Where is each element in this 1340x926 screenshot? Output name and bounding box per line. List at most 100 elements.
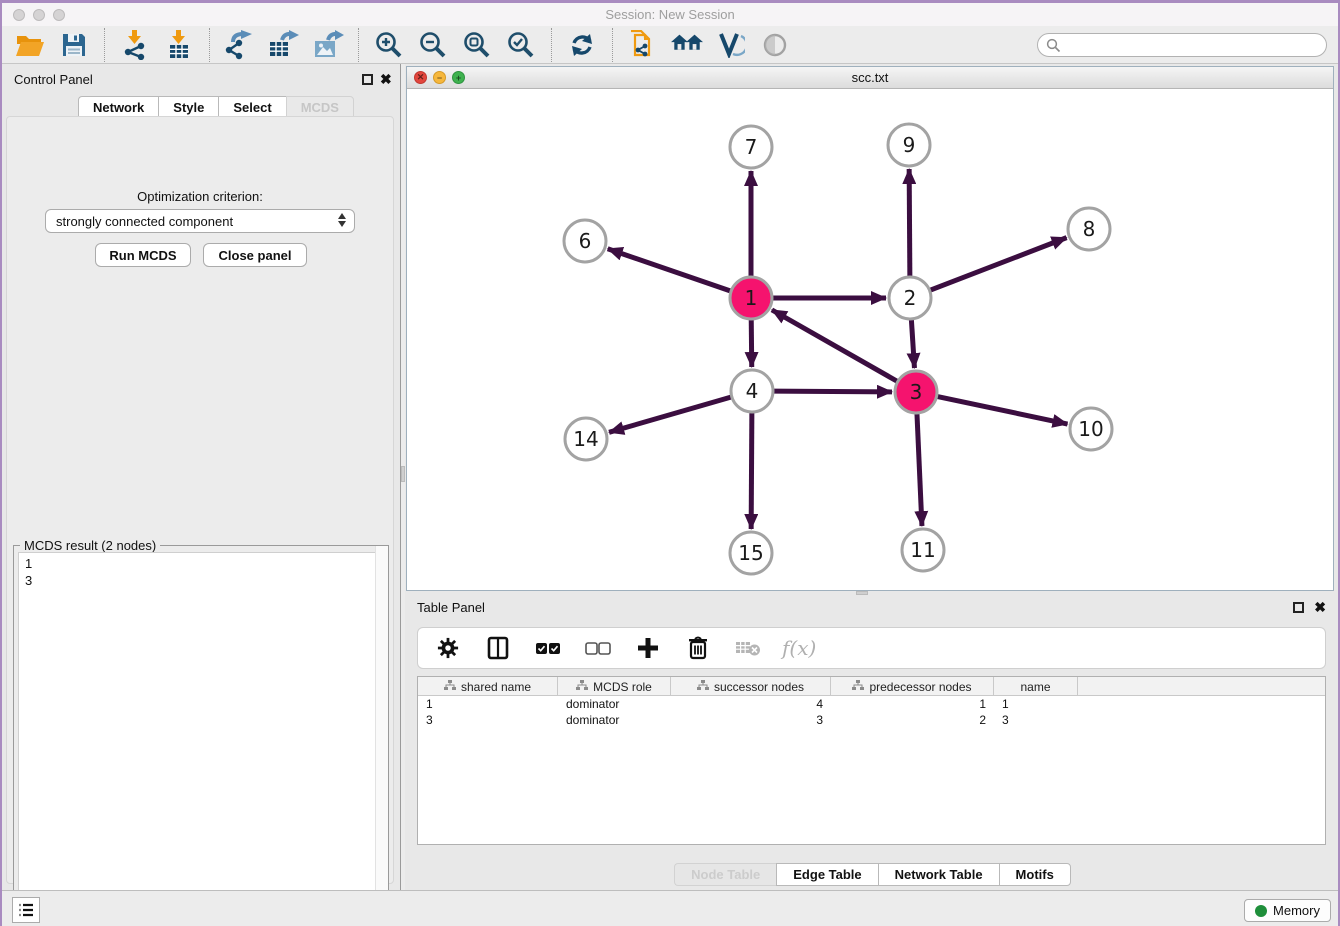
column-header-shared-name[interactable]: shared name — [418, 677, 558, 696]
graph-node-label-3: 3 — [910, 380, 923, 404]
float-table-panel-icon[interactable] — [1293, 602, 1304, 613]
main-toolbar — [0, 26, 1340, 64]
window-border — [0, 0, 2, 926]
import-table-icon[interactable] — [163, 29, 195, 61]
run-mcds-button[interactable]: Run MCDS — [95, 243, 191, 267]
edge-3-11[interactable] — [917, 414, 922, 526]
network-overview-icon[interactable] — [627, 29, 659, 61]
import-network-icon[interactable] — [119, 29, 151, 61]
splitter-handle[interactable] — [401, 466, 405, 482]
optimization-criterion-label: Optimization criterion: — [7, 189, 393, 204]
zoom-out-icon[interactable] — [417, 29, 449, 61]
show-columns-icon[interactable] — [482, 632, 514, 664]
save-session-icon[interactable] — [58, 29, 90, 61]
tree-hierarchy-icon — [444, 680, 456, 694]
table-cell[interactable]: 1 — [831, 696, 994, 712]
graph-node-label-14: 14 — [573, 427, 598, 451]
table-cell[interactable]: dominator — [558, 712, 671, 728]
zoom-selected-icon[interactable] — [505, 29, 537, 61]
tree-hierarchy-icon — [576, 680, 588, 694]
column-header-predecessor-nodes[interactable]: predecessor nodes — [831, 677, 994, 696]
edge-4-14[interactable] — [609, 397, 731, 432]
zoom-in-icon[interactable] — [373, 29, 405, 61]
tab-network-table[interactable]: Network Table — [878, 863, 999, 886]
table-row-0[interactable]: 1dominator411 — [418, 696, 1325, 712]
edge-1-6[interactable] — [608, 249, 730, 291]
zoom-fit-icon[interactable] — [461, 29, 493, 61]
edge-4-15[interactable] — [751, 413, 752, 529]
column-header-successor-nodes[interactable]: successor nodes — [671, 677, 831, 696]
select-stepper-icon — [338, 213, 346, 227]
add-column-icon[interactable] — [632, 632, 664, 664]
graph-node-label-7: 7 — [745, 135, 758, 159]
table-settings-gear-icon[interactable] — [432, 632, 464, 664]
mcds-result-fieldset: MCDS result (2 nodes) 1 3 — [13, 545, 389, 925]
delete-column-icon[interactable] — [682, 632, 714, 664]
node-table[interactable]: shared name MCDS role successor nodes prede… — [417, 676, 1326, 845]
edge-1-4[interactable] — [751, 320, 752, 367]
graph-node-label-11: 11 — [910, 538, 935, 562]
table-row-1[interactable]: 3dominator323 — [418, 712, 1325, 728]
column-header-label: MCDS role — [593, 680, 652, 694]
table-cell[interactable]: 3 — [671, 712, 831, 728]
export-table-icon[interactable] — [268, 29, 300, 61]
memory-button[interactable]: Memory — [1244, 899, 1331, 922]
table-cell[interactable]: 1 — [994, 696, 1078, 712]
mcds-panel: Optimization criterion: strongly connect… — [6, 116, 394, 884]
table-cell[interactable]: dominator — [558, 696, 671, 712]
table-cell[interactable]: 3 — [418, 712, 558, 728]
edge-2-3[interactable] — [911, 320, 914, 368]
close-table-panel-icon[interactable]: ✖ — [1314, 599, 1326, 616]
mcds-result-text[interactable]: 1 3 — [18, 552, 384, 920]
titlebar: Session: New Session — [0, 3, 1340, 26]
function-builder-icon-disabled: f(x) — [782, 636, 816, 660]
graph-node-label-6: 6 — [579, 229, 592, 253]
home-icon[interactable] — [671, 29, 703, 61]
column-header-MCDS-role[interactable]: MCDS role — [558, 677, 671, 696]
table-cell[interactable]: 3 — [994, 712, 1078, 728]
column-header-label: name — [1020, 680, 1050, 694]
edge-2-8[interactable] — [931, 238, 1067, 290]
tab-edge-table[interactable]: Edge Table — [776, 863, 877, 886]
network-window-title: scc.txt — [407, 70, 1333, 85]
float-panel-icon[interactable] — [362, 74, 373, 85]
criterion-select[interactable]: strongly connected component — [45, 209, 355, 233]
close-panel-button[interactable]: Close panel — [203, 243, 307, 267]
edge-2-9[interactable] — [909, 169, 910, 276]
select-all-icon[interactable] — [532, 632, 564, 664]
mcds-result-scrollbar[interactable] — [375, 546, 388, 924]
export-image-icon[interactable] — [312, 29, 344, 61]
network-graph[interactable]: 7968124314101511 — [407, 89, 1333, 590]
tree-hierarchy-icon — [697, 680, 709, 694]
deselect-all-icon[interactable] — [582, 632, 614, 664]
edge-3-1[interactable] — [772, 310, 897, 381]
graph-node-label-10: 10 — [1078, 417, 1103, 441]
control-panel: Control Panel ✖ Network Style Select MCD… — [0, 64, 400, 890]
export-network-icon[interactable] — [224, 29, 256, 61]
table-cell[interactable]: 1 — [418, 696, 558, 712]
network-canvas[interactable]: 7968124314101511 — [407, 89, 1333, 590]
tab-motifs[interactable]: Motifs — [999, 863, 1071, 886]
close-panel-icon[interactable]: ✖ — [380, 71, 392, 88]
table-cell[interactable]: 2 — [831, 712, 994, 728]
column-header-name[interactable]: name — [994, 677, 1078, 696]
task-history-button[interactable] — [12, 897, 40, 923]
table-cell[interactable]: 4 — [671, 696, 831, 712]
status-bar: Memory — [0, 890, 1340, 926]
hide-eye-icon[interactable] — [759, 29, 791, 61]
table-panel-title: Table Panel — [417, 600, 485, 615]
edge-4-3[interactable] — [774, 391, 892, 392]
tab-node-table[interactable]: Node Table — [674, 863, 776, 886]
network-window-titlebar[interactable]: ✕ − + scc.txt — [407, 67, 1333, 89]
column-header-label: predecessor nodes — [869, 680, 971, 694]
search-input[interactable] — [1037, 33, 1327, 57]
graph-node-label-9: 9 — [903, 133, 916, 157]
open-file-icon[interactable] — [14, 29, 46, 61]
table-tabs: Node Table Edge Table Network Table Moti… — [405, 863, 1340, 886]
mcds-result-title: MCDS result (2 nodes) — [20, 538, 160, 553]
apply-style-icon[interactable] — [715, 29, 747, 61]
refresh-icon[interactable] — [566, 29, 598, 61]
column-header-label: successor nodes — [714, 680, 804, 694]
edge-3-10[interactable] — [938, 397, 1068, 424]
criterion-value: strongly connected component — [56, 214, 233, 229]
